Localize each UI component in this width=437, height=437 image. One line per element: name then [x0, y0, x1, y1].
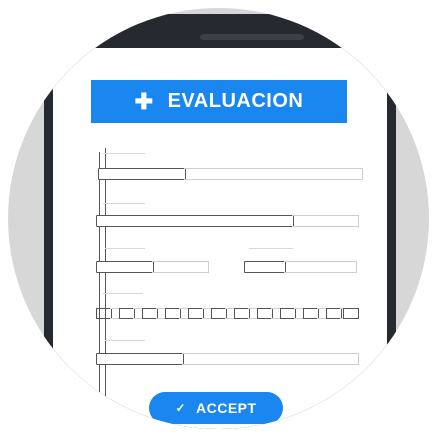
- text-field-extension: [182, 353, 359, 365]
- field-label-placeholder: [103, 203, 145, 204]
- field-label-placeholder: [105, 340, 145, 341]
- choice-box-extension: [110, 308, 119, 319]
- text-field[interactable]: [96, 353, 184, 365]
- text-field-extension: [152, 261, 209, 273]
- text-field[interactable]: [96, 215, 294, 227]
- field-label-placeholder: [249, 248, 293, 249]
- text-field-extension: [284, 261, 357, 273]
- accept-label: ACCEPT: [196, 400, 257, 416]
- text-field[interactable]: [244, 261, 286, 273]
- field-label-placeholder: [103, 153, 145, 154]
- choice-box-extension: [294, 308, 303, 319]
- field-label-placeholder: [105, 248, 145, 249]
- text-field[interactable]: [98, 168, 186, 180]
- choice-box-extension: [179, 308, 188, 319]
- phone-speaker: [200, 34, 304, 40]
- choice-box-extension: [271, 308, 280, 319]
- plus-icon: ✚: [134, 88, 154, 114]
- viewport: ✚ EVALUACION ✓ ACCEPT: [8, 8, 429, 429]
- check-icon: ✓: [175, 401, 186, 415]
- text-field[interactable]: [96, 261, 154, 273]
- choice-box-extension: [225, 308, 234, 319]
- choice-box-extension: [133, 308, 142, 319]
- choice-box-extension: [248, 308, 257, 319]
- phone-screen: ✚ EVALUACION: [53, 48, 387, 429]
- choice-box-extension: [156, 308, 165, 319]
- choice-box-extension: [202, 308, 211, 319]
- field-label-placeholder: [103, 293, 143, 294]
- text-field-extension: [292, 215, 359, 227]
- accept-button[interactable]: ✓ ACCEPT: [149, 392, 283, 424]
- text-field-extension: [184, 168, 363, 180]
- choice-box[interactable]: [343, 308, 359, 319]
- choice-box-extension: [317, 308, 326, 319]
- header-label: EVALUACION: [167, 90, 304, 112]
- add-evaluation-button[interactable]: ✚ EVALUACION: [91, 80, 347, 123]
